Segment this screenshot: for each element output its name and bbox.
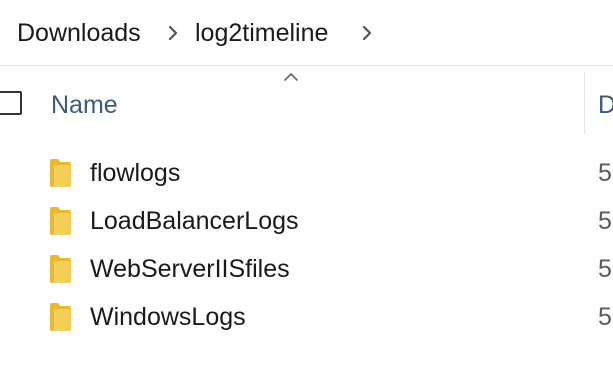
breadcrumb-item-log2timeline[interactable]: log2timeline <box>195 16 328 50</box>
chevron-right-icon[interactable] <box>357 23 377 43</box>
column-divider[interactable] <box>584 72 585 134</box>
folder-icon <box>50 303 71 331</box>
list-item[interactable]: WebServerIISfiles 5 <box>0 246 613 294</box>
file-date: 5 <box>598 159 612 187</box>
folder-icon <box>50 207 71 235</box>
file-name: WindowsLogs <box>90 303 246 331</box>
breadcrumb-item-downloads[interactable]: Downloads <box>17 16 141 50</box>
folder-icon <box>50 159 71 187</box>
list-item[interactable]: flowlogs 5 <box>0 150 613 198</box>
column-header-date[interactable]: D <box>598 86 613 124</box>
list-item[interactable]: LoadBalancerLogs 5 <box>0 198 613 246</box>
select-all-checkbox[interactable] <box>0 91 22 115</box>
chevron-right-icon[interactable] <box>163 23 183 43</box>
file-list: flowlogs 5 LoadBalancerLogs 5 WebServerI… <box>0 150 613 342</box>
file-name: WebServerIISfiles <box>90 255 290 283</box>
file-name: flowlogs <box>90 159 181 187</box>
list-item[interactable]: WindowsLogs 5 <box>0 294 613 342</box>
file-date: 5 <box>598 207 612 235</box>
file-name: LoadBalancerLogs <box>90 207 299 235</box>
column-header-row: Name D <box>0 66 613 140</box>
sort-ascending-icon <box>284 73 298 81</box>
file-date: 5 <box>598 303 612 331</box>
folder-icon <box>50 255 71 283</box>
file-explorer-window: Downloads log2timeline Name D flowlogs 5 <box>0 0 613 375</box>
column-header-name[interactable]: Name <box>51 86 118 124</box>
file-date: 5 <box>598 255 612 283</box>
breadcrumb: Downloads log2timeline <box>0 0 613 66</box>
